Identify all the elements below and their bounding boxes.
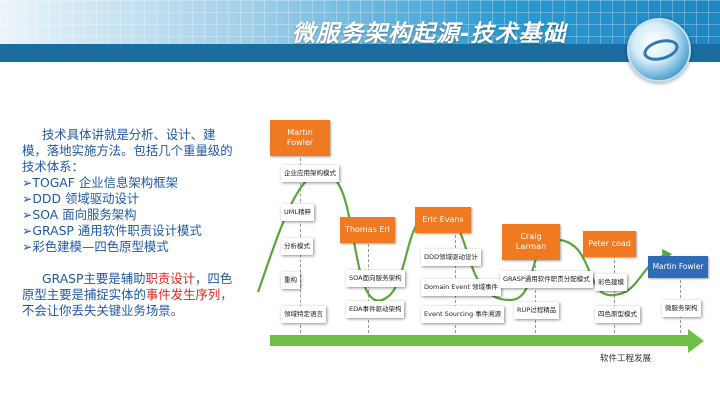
book-label: SOA面向服务架构 <box>346 270 405 287</box>
person-box-current: Martin Fowler <box>648 256 708 278</box>
person-box: Thomas Erl <box>340 217 395 243</box>
timeline-arrow-head <box>688 329 704 353</box>
book-label: 微服务架构 <box>662 300 701 317</box>
person-box: Craig Larman <box>502 224 560 260</box>
person-box: Martin Fowler <box>270 120 330 156</box>
book-label: 领域特定语言 <box>281 306 326 323</box>
book-label: EDA事件驱动架构 <box>346 301 405 318</box>
book-label: Domain Event 领域事件 <box>421 279 501 296</box>
book-label: UML精粹 <box>281 204 314 221</box>
book-label: DDD领域驱动设计 <box>421 249 482 266</box>
book-label: 企业应用架构模式 <box>281 165 339 182</box>
axis-label: 软件工程发展 <box>600 354 652 364</box>
book-label: 四色原型模式 <box>595 306 640 323</box>
book-label: RUP过程精品 <box>514 302 560 319</box>
book-label: 彩色建模 <box>595 274 627 291</box>
timeline-arrow <box>270 335 690 346</box>
person-box: Eric Evans <box>415 207 471 233</box>
book-label: 重构 <box>281 272 300 289</box>
book-label: GRASP通用软件职责分配模式 <box>500 271 593 288</box>
person-box: Peter coad <box>583 231 636 257</box>
book-label: 分析模式 <box>281 238 313 255</box>
book-label: Event Sourcing 事件溯源 <box>421 306 505 323</box>
